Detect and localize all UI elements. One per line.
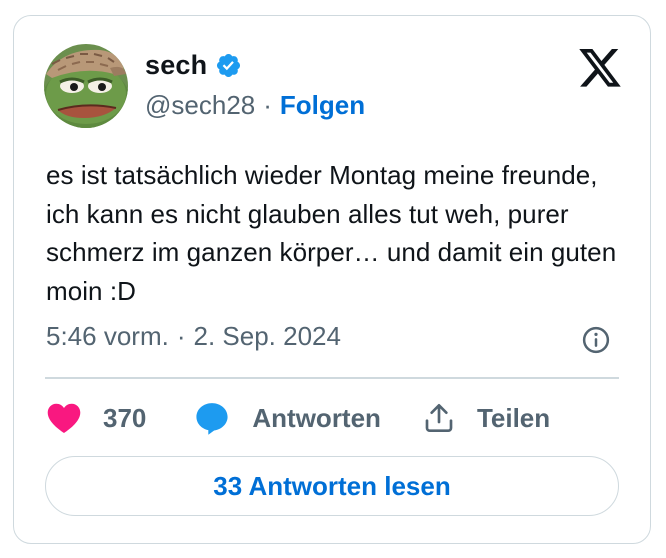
tweet-embed-card: sech @sech28 · Folgen es ist tatsächlich… <box>13 15 651 544</box>
divider <box>45 377 619 379</box>
read-replies-button[interactable]: 33 Antworten lesen <box>45 456 619 516</box>
verified-badge-icon <box>217 53 241 78</box>
like-count: 370 <box>103 402 147 433</box>
display-name[interactable]: sech <box>145 50 207 81</box>
like-button[interactable]: 370 <box>47 402 146 434</box>
x-logo-icon[interactable] <box>579 49 621 87</box>
info-icon[interactable] <box>581 325 611 355</box>
reply-label: Antworten <box>252 402 381 433</box>
follow-button[interactable]: Folgen <box>280 90 365 121</box>
heart-icon <box>47 403 81 434</box>
reply-button[interactable]: Antworten <box>194 401 381 435</box>
timestamp-separator: · <box>176 321 186 351</box>
pepe-avatar-image <box>44 44 128 128</box>
share-upload-icon <box>425 404 453 432</box>
share-button[interactable]: Teilen <box>423 401 550 435</box>
share-label: Teilen <box>476 402 551 433</box>
tweet-text: es ist tatsächlich wieder Montag meine f… <box>46 160 617 306</box>
tweet-time[interactable]: 5:46 vorm. <box>46 321 169 352</box>
tweet-date[interactable]: 2. Sep. 2024 <box>194 321 341 352</box>
handle-separator: · <box>263 90 272 120</box>
tweet-actions: 370 Antworten Teilen <box>47 399 550 437</box>
avatar[interactable] <box>44 44 128 128</box>
tweet-timestamp[interactable]: 5:46 vorm. · 2. Sep. 2024 <box>46 321 341 352</box>
reply-bubble-icon <box>196 403 228 435</box>
author-handle[interactable]: @sech28 <box>145 90 255 121</box>
